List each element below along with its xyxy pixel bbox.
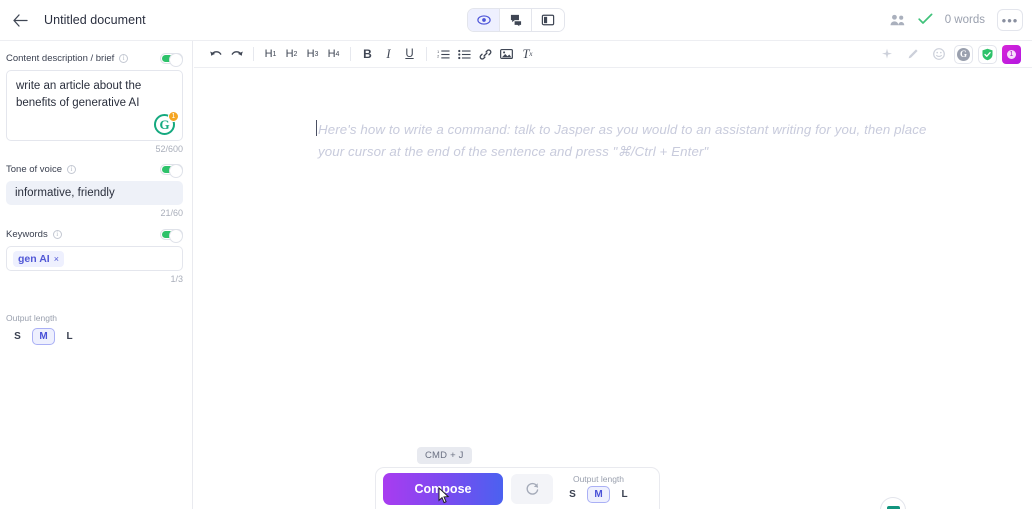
redo-icon[interactable] <box>226 44 247 65</box>
output-length-s[interactable]: S <box>6 328 29 345</box>
refresh-icon[interactable] <box>511 473 553 504</box>
heading-1-button[interactable]: H1 <box>260 44 281 65</box>
output-length-m[interactable]: M <box>32 328 55 345</box>
jasper-document-app: Untitled document 0 words ••• Content de… <box>0 0 1032 509</box>
clear-format-sub: x <box>529 50 533 58</box>
toolbar-divider <box>253 47 254 61</box>
heading-3-button[interactable]: H3 <box>302 44 323 65</box>
grammarly-icon[interactable]: G 1 <box>154 111 179 135</box>
compose-output-length-s[interactable]: S <box>561 486 584 503</box>
brief-input[interactable]: write an article about the benefits of g… <box>6 70 183 141</box>
bold-button[interactable]: B <box>357 44 378 65</box>
brief-counter: 52/600 <box>155 144 183 154</box>
tab-panel-layout[interactable] <box>532 9 564 31</box>
info-icon[interactable]: i <box>119 53 129 63</box>
compose-button-label: Compose <box>414 481 472 496</box>
close-icon[interactable]: × <box>54 254 59 264</box>
tab-comments[interactable] <box>500 9 532 31</box>
editor-placeholder: Here's how to write a command: talk to J… <box>318 122 927 159</box>
keywords-label: Keywords <box>6 228 48 240</box>
heading-1-sub: 1 <box>272 50 277 58</box>
shield-check-icon[interactable] <box>978 44 997 64</box>
keyword-chip[interactable]: gen AI × <box>13 250 64 267</box>
brief-toggle[interactable] <box>160 52 183 67</box>
grammarly-letter: G <box>957 47 970 61</box>
toolbar-divider <box>426 47 427 61</box>
more-options-button[interactable]: ••• <box>997 9 1023 31</box>
page-title[interactable]: Untitled document <box>44 13 146 27</box>
tab-preview[interactable] <box>468 9 500 31</box>
brief-label: Content description / brief <box>6 52 115 64</box>
settings-sidebar: Content description / brief i write an a… <box>0 41 193 509</box>
text-caret <box>316 120 317 136</box>
back-arrow-icon[interactable] <box>9 9 31 31</box>
compose-output-length-options: S M L <box>561 486 636 503</box>
heading-4-button[interactable]: H4 <box>323 44 344 65</box>
tone-field-header: Tone of voice i <box>6 162 183 178</box>
tone-toggle[interactable] <box>160 163 183 178</box>
compose-shortcut-tooltip: CMD + J <box>417 447 472 464</box>
bullet-list-icon[interactable] <box>454 44 475 65</box>
compose-output-length-label: Output length <box>572 474 625 484</box>
underline-button[interactable]: U <box>399 44 420 65</box>
tone-input[interactable]: informative, friendly <box>6 181 183 205</box>
ordered-list-icon[interactable]: 12 <box>433 44 454 65</box>
heading-2-sub: 2 <box>293 50 298 58</box>
compose-panel: Compose Output length S M L <box>375 467 660 509</box>
grammarly-badge-count: 1 <box>168 111 179 122</box>
keywords-input[interactable]: gen AI × <box>6 246 183 271</box>
compose-output-length-l[interactable]: L <box>613 486 636 503</box>
editor-toolbar: H1 H2 H3 H4 B I U 12 Tx G 1 <box>194 41 1032 68</box>
tone-counter: 21/60 <box>160 208 183 218</box>
compose-output-length-m[interactable]: M <box>587 486 610 503</box>
header-right-group: 0 words ••• <box>890 9 1023 31</box>
extension-badge-count: 1 <box>1007 49 1016 59</box>
tone-label: Tone of voice <box>6 163 62 175</box>
info-icon[interactable]: i <box>52 229 62 239</box>
app-header: Untitled document 0 words ••• <box>0 0 1032 41</box>
info-icon[interactable]: i <box>66 164 76 174</box>
tone-value: informative, friendly <box>15 187 115 199</box>
heading-3-sub: 3 <box>314 50 319 58</box>
sparkle-icon[interactable] <box>876 44 897 65</box>
italic-button[interactable]: I <box>378 44 399 65</box>
clear-format-button[interactable]: Tx <box>517 44 538 65</box>
sidebar-output-length-group: Output length S M L <box>6 313 183 345</box>
output-length-l[interactable]: L <box>58 328 81 345</box>
keyword-chip-label: gen AI <box>18 252 50 265</box>
keywords-counter: 1/3 <box>170 274 183 284</box>
extension-badge-icon[interactable]: 1 <box>1002 44 1021 64</box>
undo-icon[interactable] <box>205 44 226 65</box>
toolbar-divider <box>350 47 351 61</box>
heading-4-sub: 4 <box>335 50 340 58</box>
compose-output-length-group: Output length S M L <box>561 474 636 503</box>
keywords-field-header: Keywords i <box>6 227 183 243</box>
emoji-icon[interactable] <box>928 44 949 65</box>
compose-button[interactable]: Compose <box>383 472 503 505</box>
output-length-options: S M L <box>6 328 183 345</box>
people-icon[interactable] <box>890 14 906 26</box>
brief-field-header: Content description / brief i <box>6 51 183 67</box>
pen-icon[interactable] <box>902 44 923 65</box>
saved-check-icon <box>918 12 933 28</box>
svg-text:2: 2 <box>437 54 439 58</box>
toolbar-right-group: G 1 <box>876 44 1021 65</box>
keywords-toggle[interactable] <box>160 228 183 243</box>
heading-2-button[interactable]: H2 <box>281 44 302 65</box>
image-icon[interactable] <box>496 44 517 65</box>
view-mode-switcher <box>467 8 565 32</box>
widget-inner-shape <box>886 505 900 509</box>
link-icon[interactable] <box>475 44 496 65</box>
header-left-group: Untitled document <box>0 9 146 31</box>
output-length-label: Output length <box>6 313 58 323</box>
word-count: 0 words <box>944 14 985 26</box>
grammarly-extension-button[interactable]: G <box>954 44 973 64</box>
document-editor[interactable]: Here's how to write a command: talk to J… <box>194 68 1032 509</box>
brief-value: write an article about the benefits of g… <box>16 80 142 109</box>
